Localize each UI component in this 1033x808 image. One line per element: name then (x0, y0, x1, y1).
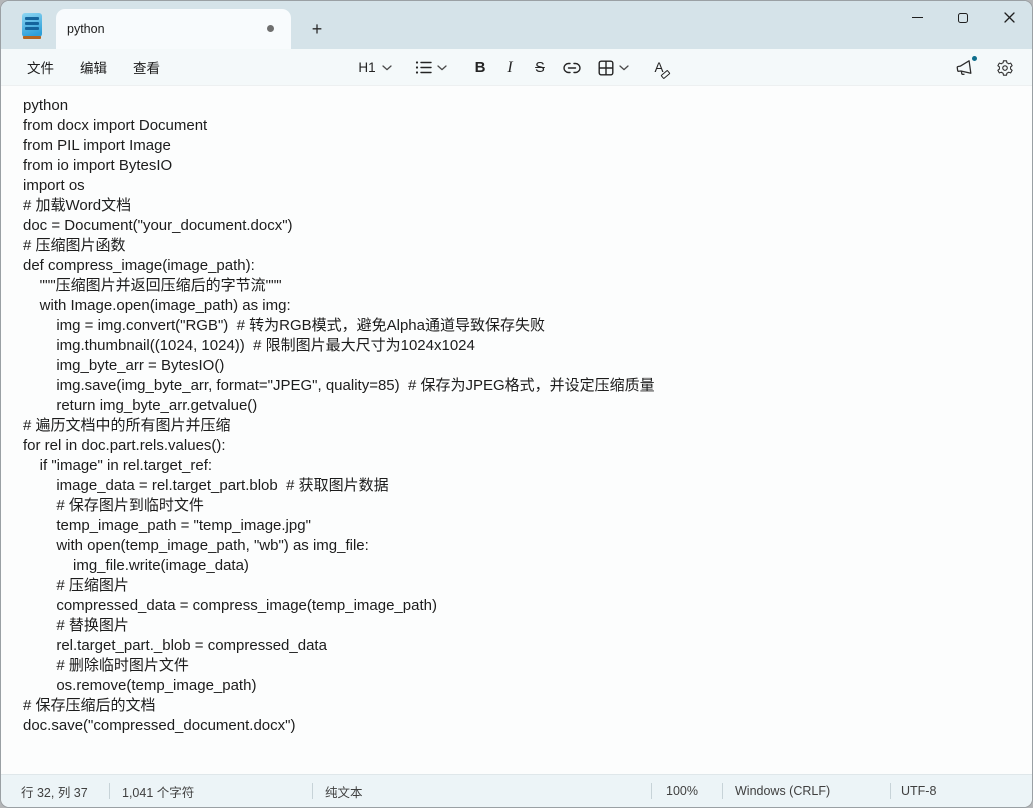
code-line: from PIL import Image (23, 137, 171, 154)
statusbar: 行 32, 列 37 1,041 个字符 纯文本 100% Windows (C… (1, 774, 1032, 807)
list-button[interactable] (407, 54, 455, 82)
unsaved-dot-icon (267, 25, 274, 32)
code-line: # 保存压缩后的文档 (23, 697, 156, 714)
menu-toolbar-row: 文件 编辑 查看 H1 B I S A (1, 49, 1032, 86)
code-line: img = img.convert("RGB") # 转为RGB模式，避免Alp… (23, 317, 545, 334)
code-line: doc = Document("your_document.docx") (23, 217, 293, 234)
close-icon (1003, 12, 1015, 23)
code-line: from io import BytesIO (23, 157, 173, 174)
gear-icon (997, 59, 1013, 76)
code-line: # 压缩图片 (23, 577, 129, 594)
tab-python[interactable]: python (56, 9, 291, 49)
encoding: UTF-8 (901, 784, 937, 798)
code-line: # 删除临时图片文件 (23, 657, 189, 674)
code-line: img_file.write(image_data) (23, 557, 249, 574)
line-ending: Windows (CRLF) (735, 784, 831, 798)
window-controls (894, 1, 1032, 34)
settings-button[interactable] (990, 54, 1020, 82)
maximize-button[interactable] (940, 1, 986, 34)
code-line: """压缩图片并返回压缩后的字节流""" (23, 277, 282, 294)
minimize-icon (911, 16, 923, 19)
menu-file[interactable]: 文件 (14, 50, 67, 84)
bullet-list-icon (415, 61, 432, 74)
code-line: import os (23, 177, 85, 194)
heading-button[interactable]: H1 (351, 54, 399, 82)
table-button[interactable] (589, 54, 637, 82)
desktop: python + 文件 编辑 查看 H1 B I S A python from… (0, 0, 1033, 808)
code-line: compressed_data = compress_image(temp_im… (23, 597, 437, 614)
code-line: if "image" in rel.target_ref: (23, 457, 213, 474)
char-count: 1,041 个字符 (122, 785, 195, 800)
table-grid-icon (598, 60, 614, 76)
notepad-window: python + 文件 编辑 查看 H1 B I S A python from… (0, 0, 1033, 808)
code-line: with Image.open(image_path) as img: (23, 297, 291, 314)
editor[interactable]: python from docx import Document from PIL … (2, 87, 1031, 774)
strikethrough-button[interactable]: S (525, 54, 555, 82)
bold-button[interactable]: B (465, 54, 495, 82)
code-line: # 保存图片到临时文件 (23, 497, 204, 514)
code-line: image_data = rel.target_part.blob # 获取图片… (23, 477, 389, 494)
menu-view[interactable]: 查看 (120, 50, 173, 84)
code-line: with open(temp_image_path, "wb") as img_… (23, 537, 369, 554)
menubar: 文件 编辑 查看 (14, 49, 173, 85)
new-tab-button[interactable]: + (304, 17, 330, 42)
code-line: doc.save("compressed_document.docx") (23, 717, 296, 734)
format-toolbar: H1 B I S A (351, 49, 677, 86)
code-line: img_byte_arr = BytesIO() (23, 357, 225, 374)
code-line: for rel in doc.part.rels.values(): (23, 437, 226, 454)
chevron-down-icon (381, 64, 392, 70)
code-line: return img_byte_arr.getvalue() (23, 397, 258, 414)
code-line: # 遍历文档中的所有图片并压缩 (23, 417, 231, 434)
titlebar[interactable]: python + (1, 1, 1032, 49)
minimize-button[interactable] (894, 1, 940, 34)
code-line: python (23, 97, 69, 114)
code-line: temp_image_path = "temp_image.jpg" (23, 517, 311, 534)
notification-dot (972, 55, 977, 61)
code-line: img.thumbnail((1024, 1024)) # 限制图片最大尺寸为1… (23, 337, 475, 354)
code-line: os.remove(temp_image_path) (23, 677, 257, 694)
menu-edit[interactable]: 编辑 (67, 50, 120, 84)
editor-lines: python from docx import Document from PIL … (23, 96, 1021, 736)
code-line: img.save(img_byte_arr, format="JPEG", qu… (23, 377, 655, 394)
announcement-button[interactable] (950, 54, 980, 82)
heading-label: H1 (358, 60, 376, 75)
italic-button[interactable]: I (495, 54, 525, 82)
link-icon (563, 62, 581, 73)
code-line: from docx import Document (23, 117, 208, 134)
code-line: rel.target_part._blob = compressed_data (23, 637, 327, 654)
cursor-position: 行 32, 列 37 (21, 785, 88, 800)
zoom-level: 100% (666, 784, 698, 798)
toolbar-right (950, 49, 1020, 86)
chevron-down-icon (437, 64, 447, 70)
clear-format-button[interactable]: A (641, 54, 677, 82)
tab-title: python (67, 22, 105, 36)
close-button[interactable] (986, 1, 1032, 34)
notepad-icon (22, 13, 42, 39)
maximize-icon (958, 12, 968, 23)
chevron-down-icon (618, 64, 629, 70)
link-button[interactable] (555, 54, 589, 82)
code-line: # 加载Word文档 (23, 197, 132, 214)
code-line: def compress_image(image_path): (23, 257, 255, 274)
code-line: # 压缩图片函数 (23, 237, 126, 254)
code-line: # 替换图片 (23, 617, 129, 634)
doc-type: 纯文本 (325, 785, 363, 800)
